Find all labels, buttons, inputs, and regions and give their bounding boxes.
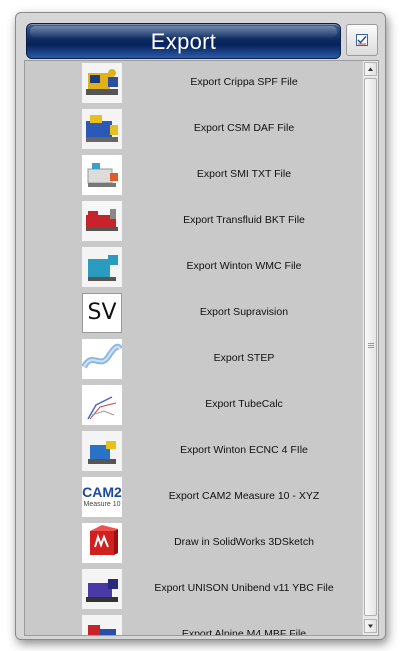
list-item[interactable]: Export Winton ECNC 4 FIle — [25, 430, 363, 476]
list-item[interactable]: Export Winton WMC File — [25, 246, 363, 292]
grip-line — [368, 343, 374, 344]
scroll-down-button[interactable] — [364, 619, 377, 633]
list-item-label: Export TubeCalc — [205, 398, 283, 410]
list-item-label: Export Transfluid BKT File — [183, 214, 305, 226]
list-item-label: Export CSM DAF File — [193, 122, 295, 134]
list-item[interactable]: Export TubeCalc — [25, 384, 363, 430]
export-options-button[interactable] — [346, 24, 378, 56]
vertical-scrollbar[interactable] — [362, 61, 378, 635]
scroll-thumb[interactable] — [364, 78, 377, 616]
bender-machine-red-blue-icon — [82, 615, 122, 635]
list-item-label: Export Winton WMC File — [186, 260, 302, 272]
cam2-logo-icon: CAM2 Measure 10 — [82, 477, 122, 517]
list-item[interactable]: Export UNISON Unibend v11 YBC File — [25, 568, 363, 614]
bender-machine-white-icon — [82, 155, 122, 195]
cam2-logo-text: CAM2 — [82, 484, 122, 500]
grip-line — [368, 347, 374, 348]
list-item-label: Export Crippa SPF File — [190, 76, 298, 88]
scroll-up-button[interactable] — [364, 62, 377, 76]
list-item[interactable]: Draw in SolidWorks 3DSketch — [25, 522, 363, 568]
list-item-label: Export UNISON Unibend v11 YBC File — [154, 582, 334, 594]
list-item-label: Export Alpine M4 MBF File — [181, 628, 307, 636]
export-header: Export — [26, 23, 341, 59]
export-panel: Export Export Crippa SPF File Export CSM… — [15, 12, 386, 640]
list-item[interactable]: Export Crippa SPF File — [25, 62, 363, 108]
arrow-up-icon — [368, 67, 373, 71]
export-list[interactable]: Export Crippa SPF File Export CSM DAF Fi… — [24, 60, 379, 636]
supravision-logo-icon: SV — [82, 293, 122, 333]
arrow-down-icon — [368, 624, 373, 628]
solidworks-logo-icon — [82, 523, 122, 563]
bender-machine-purple-icon — [82, 569, 122, 609]
bender-machine-teal-icon — [82, 247, 122, 287]
list-item-label: Export CAM2 Measure 10 - XYZ — [168, 490, 320, 502]
list-item-label: Export Supravision — [199, 306, 289, 318]
grip-line — [368, 345, 374, 346]
list-item[interactable]: Export CSM DAF File — [25, 108, 363, 154]
supravision-logo-text: SV — [87, 300, 117, 325]
bender-machine-red-icon — [82, 201, 122, 241]
tubecalc-drawing-icon — [82, 385, 122, 425]
list-item[interactable]: Export Alpine M4 MBF File — [25, 614, 363, 636]
bender-machine-blue-icon — [82, 109, 122, 149]
list-item[interactable]: Export STEP — [25, 338, 363, 384]
checklist-icon — [356, 34, 368, 46]
list-item[interactable]: SV Export Supravision — [25, 292, 363, 338]
step-tube-icon — [82, 339, 122, 379]
list-item-label: Export SMI TXT File — [196, 168, 292, 180]
cam2-logo-subtext: Measure 10 — [83, 501, 121, 508]
list-item-label: Export Winton ECNC 4 FIle — [180, 444, 308, 456]
list-item[interactable]: Export Transfluid BKT File — [25, 200, 363, 246]
list-item-label: Export STEP — [213, 352, 275, 364]
list-item-label: Draw in SolidWorks 3DSketch — [174, 536, 314, 548]
bender-machine-blue-small-icon — [82, 431, 122, 471]
list-item[interactable]: CAM2 Measure 10 Export CAM2 Measure 10 -… — [25, 476, 363, 522]
bender-machine-yellow-icon — [82, 63, 122, 103]
list-item[interactable]: Export SMI TXT File — [25, 154, 363, 200]
page-title: Export — [150, 29, 217, 54]
